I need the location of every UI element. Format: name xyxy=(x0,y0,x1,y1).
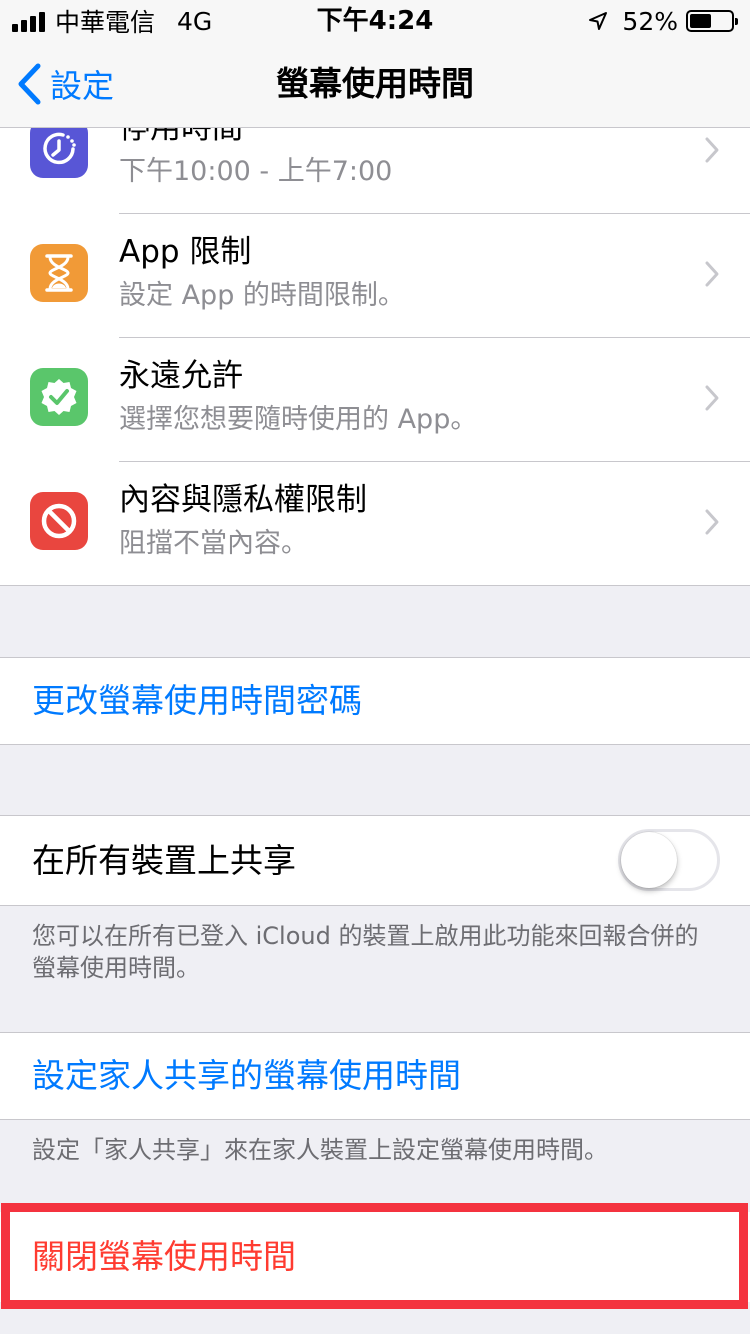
prohibited-glyph xyxy=(41,503,77,539)
checkmark-seal-icon xyxy=(30,368,88,426)
row-title: 永遠允許 xyxy=(119,358,243,394)
hourglass-glyph xyxy=(45,254,73,292)
row-title: 停用時間 xyxy=(119,128,243,146)
toggle-knob xyxy=(621,832,677,888)
chevron-right-icon xyxy=(705,385,719,411)
chevron-right-icon xyxy=(705,261,719,287)
checkmark-seal-glyph xyxy=(41,379,77,415)
chevron-right-icon xyxy=(705,137,719,163)
turn-off-label: 關閉螢幕使用時間 xyxy=(32,1237,296,1276)
prohibited-icon xyxy=(30,492,88,550)
row-downtime[interactable]: 停用時間 下午10:00 - 上午7:00 xyxy=(0,128,750,214)
hourglass-icon xyxy=(30,244,88,302)
location-arrow-icon xyxy=(589,12,608,30)
share-footer-note: 您可以在所有已登入 iCloud 的裝置上啟用此功能來回報合併的螢幕使用時間。 xyxy=(32,922,699,982)
row-subtitle: 下午10:00 - 上午7:00 xyxy=(119,156,393,187)
navigation-bar: 設定 螢幕使用時間 xyxy=(0,40,750,128)
battery-icon xyxy=(686,10,738,32)
row-app-limits[interactable]: App 限制 設定 App 的時間限制。 xyxy=(0,214,750,338)
row-subtitle: 設定 App 的時間限制。 xyxy=(119,280,405,311)
change-passcode-button[interactable]: 更改螢幕使用時間密碼 xyxy=(0,657,750,745)
share-across-devices-cell: 在所有裝置上共享 xyxy=(0,815,750,906)
downtime-icon xyxy=(30,128,88,178)
page-title: 螢幕使用時間 xyxy=(276,64,474,103)
limits-group: 停用時間 下午10:00 - 上午7:00 App 限制 設定 App 的時間限… xyxy=(0,128,750,586)
share-across-devices-toggle[interactable] xyxy=(618,829,720,891)
change-passcode-label: 更改螢幕使用時間密碼 xyxy=(32,681,362,720)
share-across-devices-label: 在所有裝置上共享 xyxy=(32,841,296,880)
chevron-right-icon xyxy=(705,509,719,535)
family-sharing-footer-note: 設定「家人共享」來在家人裝置上設定螢幕使用時間。 xyxy=(32,1136,608,1164)
family-sharing-label: 設定家人共享的螢幕使用時間 xyxy=(32,1056,461,1095)
battery-percent: 52% xyxy=(622,6,678,36)
row-title: 內容與隱私權限制 xyxy=(119,482,367,518)
turn-off-screen-time-button[interactable]: 關閉螢幕使用時間 xyxy=(0,1212,750,1302)
downtime-glyph xyxy=(43,132,76,165)
row-title: App 限制 xyxy=(119,234,252,270)
row-content-privacy[interactable]: 內容與隱私權限制 阻擋不當內容。 xyxy=(0,462,750,585)
status-bar: 中華電信 4G 下午4:24 52% xyxy=(0,0,750,40)
battery-level-fill xyxy=(690,14,711,28)
row-subtitle: 選擇您想要隨時使用的 App。 xyxy=(119,404,478,435)
row-always-allowed[interactable]: 永遠允許 選擇您想要隨時使用的 App。 xyxy=(0,338,750,462)
row-subtitle: 阻擋不當內容。 xyxy=(119,528,308,559)
status-right: 52% xyxy=(588,6,738,36)
family-sharing-button[interactable]: 設定家人共享的螢幕使用時間 xyxy=(0,1032,750,1120)
